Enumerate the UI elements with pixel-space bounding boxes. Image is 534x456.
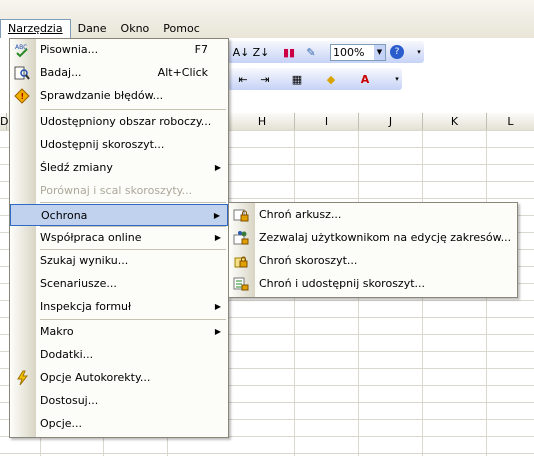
menu-item-dodatki[interactable]: Dodatki...	[10, 344, 228, 366]
column-header[interactable]: I	[295, 113, 359, 130]
autocorrect-icon	[17, 370, 29, 386]
submenu-arrow-icon: ▶	[214, 302, 221, 311]
submenu-arrow-icon: ▶	[214, 327, 221, 336]
gridline	[0, 453, 534, 454]
error-check-icon: !	[14, 88, 30, 104]
protect-sheet-icon	[233, 209, 249, 222]
menu-separator	[40, 319, 226, 320]
menu-item-dostosuj[interactable]: Dostosuj...	[10, 390, 228, 412]
help-icon[interactable]: ?	[390, 45, 404, 59]
menu-item-sledz-zmiany[interactable]: Śledź zmiany ▶	[10, 157, 228, 179]
menu-item-wspolpraca-online[interactable]: Współpraca online ▶	[10, 227, 228, 249]
toolbar-options-icon[interactable]: ▾	[388, 70, 406, 88]
menu-item-szukaj-wyniku[interactable]: Szukaj wyniku...	[10, 250, 228, 272]
menu-item-ochrona[interactable]: Ochrona ▶	[10, 204, 228, 226]
submenu-arrow-icon: ▶	[214, 163, 221, 172]
menu-item-sprawdzanie-bledow[interactable]: ! Sprawdzanie błędów...	[10, 85, 228, 107]
chevron-down-icon[interactable]: ▼	[374, 45, 385, 60]
column-header[interactable]: K	[423, 113, 487, 130]
standard-toolbar: A↓ Z↓ ▮▮ ✎ ? ▾	[228, 41, 424, 63]
protect-workbook-icon	[234, 256, 248, 268]
menu-separator	[40, 109, 226, 110]
menu-separator	[40, 202, 226, 203]
chart-wizard-icon[interactable]: ▮▮	[280, 43, 298, 61]
menu-narzedzia[interactable]: Narzędzia	[0, 19, 71, 38]
zoom-dropdown[interactable]: 100% ▼	[330, 44, 386, 61]
increase-indent-icon[interactable]: ⇥	[256, 70, 274, 88]
column-header[interactable]: H	[230, 113, 295, 130]
menu-item-pisownia[interactable]: ABC Pisownia... F7	[10, 39, 228, 61]
font-color-icon[interactable]: A	[356, 70, 374, 88]
borders-icon[interactable]: ▦	[288, 70, 306, 88]
menu-item-opcje-autokorekty[interactable]: Opcje Autokorekty...	[10, 367, 228, 389]
formatting-toolbar: ⇤ ⇥ ▦ ◆ A ▾	[228, 68, 402, 90]
menu-item-opcje[interactable]: Opcje...	[10, 413, 228, 435]
column-header[interactable]: J	[359, 113, 423, 130]
menu-item-inspekcja-formul[interactable]: Inspekcja formuł ▶	[10, 296, 228, 318]
decrease-indent-icon[interactable]: ⇤	[234, 70, 252, 88]
submenu-item-chron-udostepnij[interactable]: Chroń i udostępnij skoroszyt...	[229, 273, 517, 295]
svg-text:!: !	[21, 92, 25, 101]
allow-edit-ranges-icon	[233, 231, 249, 245]
menu-pomoc[interactable]: Pomoc	[156, 20, 206, 38]
menu-item-makro[interactable]: Makro ▶	[10, 321, 228, 343]
column-header[interactable]: L	[487, 113, 534, 130]
protect-share-icon	[233, 277, 249, 291]
submenu-item-chron-arkusz[interactable]: Chroń arkusz...	[229, 204, 517, 226]
toolbar-options-icon[interactable]: ▾	[410, 43, 428, 61]
protection-submenu: Chroń arkusz... Zezwalaj użytkownikom na…	[228, 202, 518, 298]
submenu-arrow-icon: ▶	[213, 211, 220, 220]
column-header[interactable]: D	[0, 113, 8, 130]
menu-dane[interactable]: Dane	[71, 20, 114, 38]
submenu-item-chron-skoroszyt[interactable]: Chroń skoroszyt...	[229, 250, 517, 272]
sort-ascending-icon[interactable]: A↓	[232, 43, 250, 61]
submenu-item-zezwalaj-edycje[interactable]: Zezwalaj użytkownikom na edycję zakresów…	[229, 227, 517, 249]
menu-okno[interactable]: Okno	[114, 20, 157, 38]
menu-item-udostepniony-obszar[interactable]: Udostępniony obszar roboczy...	[10, 111, 228, 133]
spelling-icon: ABC	[15, 44, 28, 58]
submenu-arrow-icon: ▶	[214, 233, 221, 242]
tools-menu: ABC Pisownia... F7 Badaj... Alt+Click ! …	[9, 38, 229, 438]
drawing-icon[interactable]: ✎	[302, 43, 320, 61]
menu-item-scenariusze[interactable]: Scenariusze...	[10, 273, 228, 295]
menubar: Narzędzia Dane Okno Pomoc	[0, 0, 534, 38]
menu-item-badaj[interactable]: Badaj... Alt+Click	[10, 62, 228, 84]
fill-color-icon[interactable]: ◆	[322, 70, 340, 88]
menu-item-porownaj-scal: Porównaj i scal skoroszyty...	[40, 184, 193, 197]
research-icon	[14, 66, 30, 80]
menu-item-udostepnij-skoroszyt[interactable]: Udostępnij skoroszyt...	[10, 134, 228, 156]
sort-descending-icon[interactable]: Z↓	[252, 43, 270, 61]
